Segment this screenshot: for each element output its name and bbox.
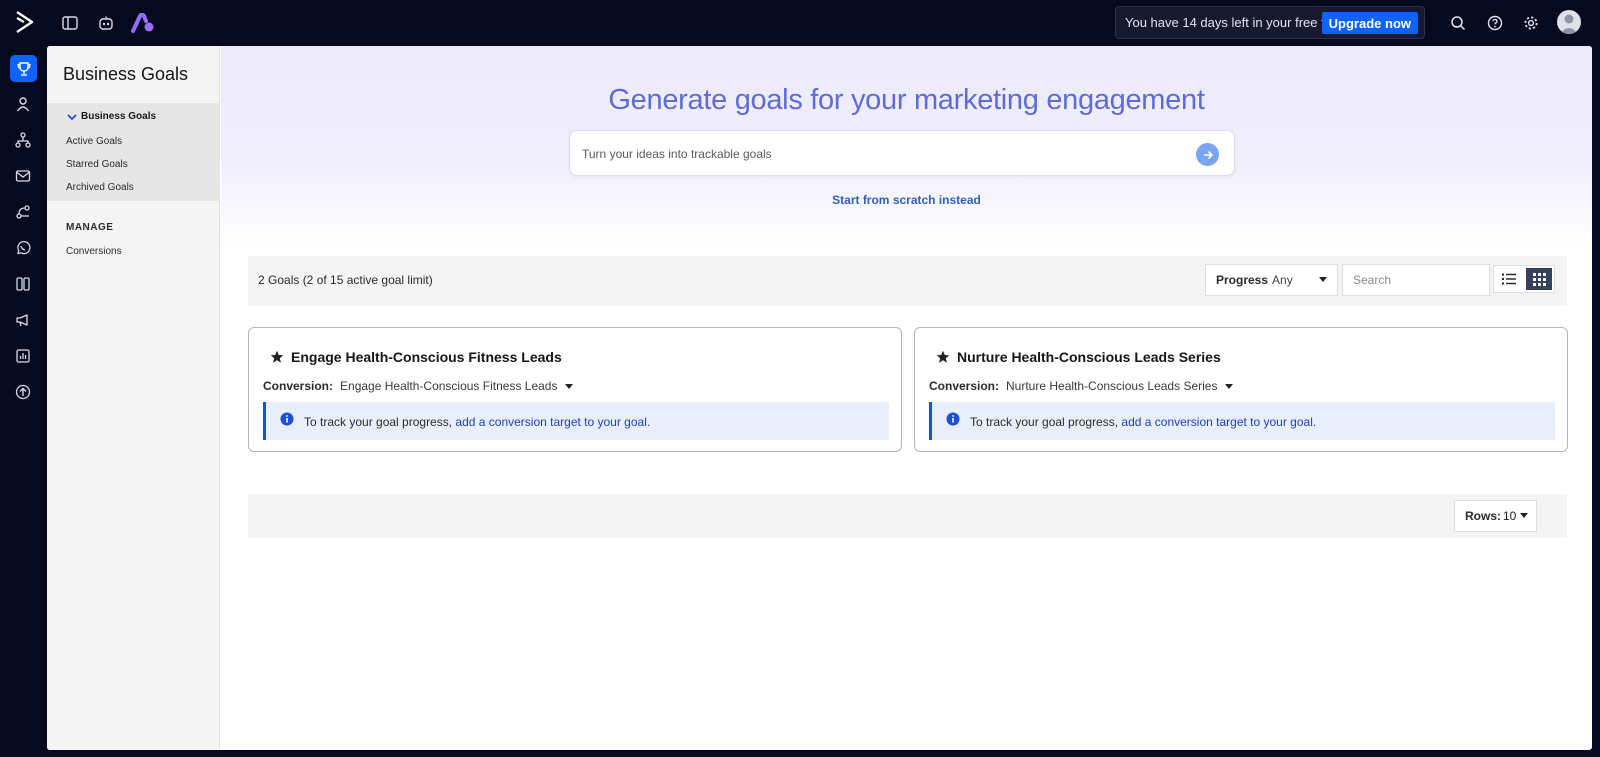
ai-product-logo-icon[interactable] [131,11,155,35]
goals-search-input[interactable] [1353,273,1479,287]
hero-title: Generate goals for your marketing engage… [608,84,1205,116]
rows-value: 10 [1503,509,1517,523]
tracking-notice: To track your goal progress, add a conve… [929,402,1555,440]
progress-filter-label: Progress [1216,273,1269,287]
conversion-value[interactable]: Engage Health-Conscious Fitness Leads [340,379,557,393]
notice-text-prefix: To track your goal progress, [970,415,1122,429]
goals-toolbar: 2 Goals (2 of 15 active goal limit) Prog… [248,256,1567,306]
settings-gear-icon[interactable] [1519,11,1543,35]
goals-search-box [1342,264,1490,296]
goal-title[interactable]: Nurture Health-Conscious Leads Series [957,349,1221,365]
segments-network-icon[interactable] [11,128,35,152]
sidebar-group-business-goals: Business Goals Active Goals Starred Goal… [47,103,220,201]
main-content: Generate goals for your marketing engage… [221,46,1592,750]
grid-view-button[interactable] [1524,266,1554,292]
list-view-button[interactable] [1494,266,1524,292]
app-logo-icon[interactable] [13,10,37,34]
grid-view-icon [1532,272,1546,286]
contacts-person-icon[interactable] [11,92,35,116]
chevron-down-icon [67,113,77,120]
manage-heading: MANAGE [66,222,114,233]
caret-down-icon [1319,277,1327,282]
info-icon [946,412,960,426]
trial-text: You have 14 days left in your free trial… [1125,15,1346,30]
email-campaign-icon[interactable] [11,164,35,188]
rows-per-page-dropdown[interactable]: Rows: 10 [1454,500,1537,532]
progress-filter-value: Any [1272,273,1293,287]
conversion-label: Conversion: [929,379,1000,393]
goal-card[interactable]: Nurture Health-Conscious Leads Series Co… [914,327,1568,452]
assistant-bot-icon[interactable] [94,11,118,35]
sidebar-group-toggle[interactable]: Business Goals [67,111,156,122]
upgrade-button[interactable]: Upgrade now [1321,12,1418,34]
goal-prompt-input[interactable] [582,143,1172,165]
goal-title[interactable]: Engage Health-Conscious Fitness Leads [291,349,562,365]
sidebar-item-conversions[interactable]: Conversions [66,246,122,257]
goal-count-text: 2 Goals (2 of 15 active goal limit) [258,273,433,287]
submit-arrow-button[interactable] [1196,143,1219,166]
secondary-sidebar: Business Goals Business Goals Active Goa… [47,46,220,750]
ads-megaphone-icon[interactable] [11,308,35,332]
sidebar-group-label: Business Goals [81,111,157,122]
start-from-scratch-link[interactable]: Start from scratch instead [221,193,1592,207]
view-toggle [1493,265,1555,293]
goal-card[interactable]: Engage Health-Conscious Fitness Leads Co… [248,327,902,452]
sidebar-title: Business Goals [63,64,189,84]
whatsapp-icon[interactable] [11,236,35,260]
caret-down-icon[interactable] [565,383,574,389]
left-rail [0,46,46,757]
analytics-chart-icon[interactable] [11,344,35,368]
notice-text: To track your goal progress, add a conve… [970,415,1316,429]
help-icon[interactable] [1483,11,1507,35]
page-panel: Business Goals Business Goals Active Goa… [47,46,1592,750]
search-icon[interactable] [1446,11,1470,35]
caret-down-icon[interactable] [1225,383,1234,389]
conversion-label: Conversion: [263,379,334,393]
conversion-row: Conversion: Nurture Health-Conscious Lea… [929,379,1234,393]
star-icon[interactable] [270,350,284,364]
sidebar-item-active-goals[interactable]: Active Goals [66,136,122,147]
pagination-bar: Rows: 10 [248,494,1567,538]
info-icon [280,412,294,426]
list-view-icon [1502,273,1516,285]
journeys-flow-icon[interactable] [11,200,35,224]
rows-label: Rows: [1465,509,1501,523]
star-icon[interactable] [936,350,950,364]
goal-prompt-box [569,130,1235,176]
caret-down-icon [1520,513,1528,518]
conversion-value[interactable]: Nurture Health-Conscious Leads Series [1006,379,1217,393]
goals-trophy-icon[interactable] [10,55,37,82]
conversion-row: Conversion: Engage Health-Conscious Fitn… [263,379,574,393]
top-bar: You have 14 days left in your free trial… [0,0,1600,46]
sidebar-item-archived-goals[interactable]: Archived Goals [66,182,134,193]
trial-banner: You have 14 days left in your free trial… [1115,6,1425,39]
add-conversion-target-link[interactable]: add a conversion target to your goal. [1121,415,1316,429]
sidebar-toggle-icon[interactable] [58,11,82,35]
upgrade-arrow-icon[interactable] [11,380,35,404]
sidebar-item-starred-goals[interactable]: Starred Goals [66,159,128,170]
add-conversion-target-link[interactable]: add a conversion target to your goal. [455,415,650,429]
arrow-right-icon [1203,150,1213,159]
notice-text: To track your goal progress, add a conve… [304,415,650,429]
tracking-notice: To track your goal progress, add a conve… [263,402,889,440]
notice-text-prefix: To track your goal progress, [304,415,456,429]
hero-section: Generate goals for your marketing engage… [221,46,1592,250]
progress-filter-dropdown[interactable]: Progress Any [1205,264,1338,296]
user-avatar[interactable] [1557,10,1581,34]
content-blocks-icon[interactable] [11,272,35,296]
